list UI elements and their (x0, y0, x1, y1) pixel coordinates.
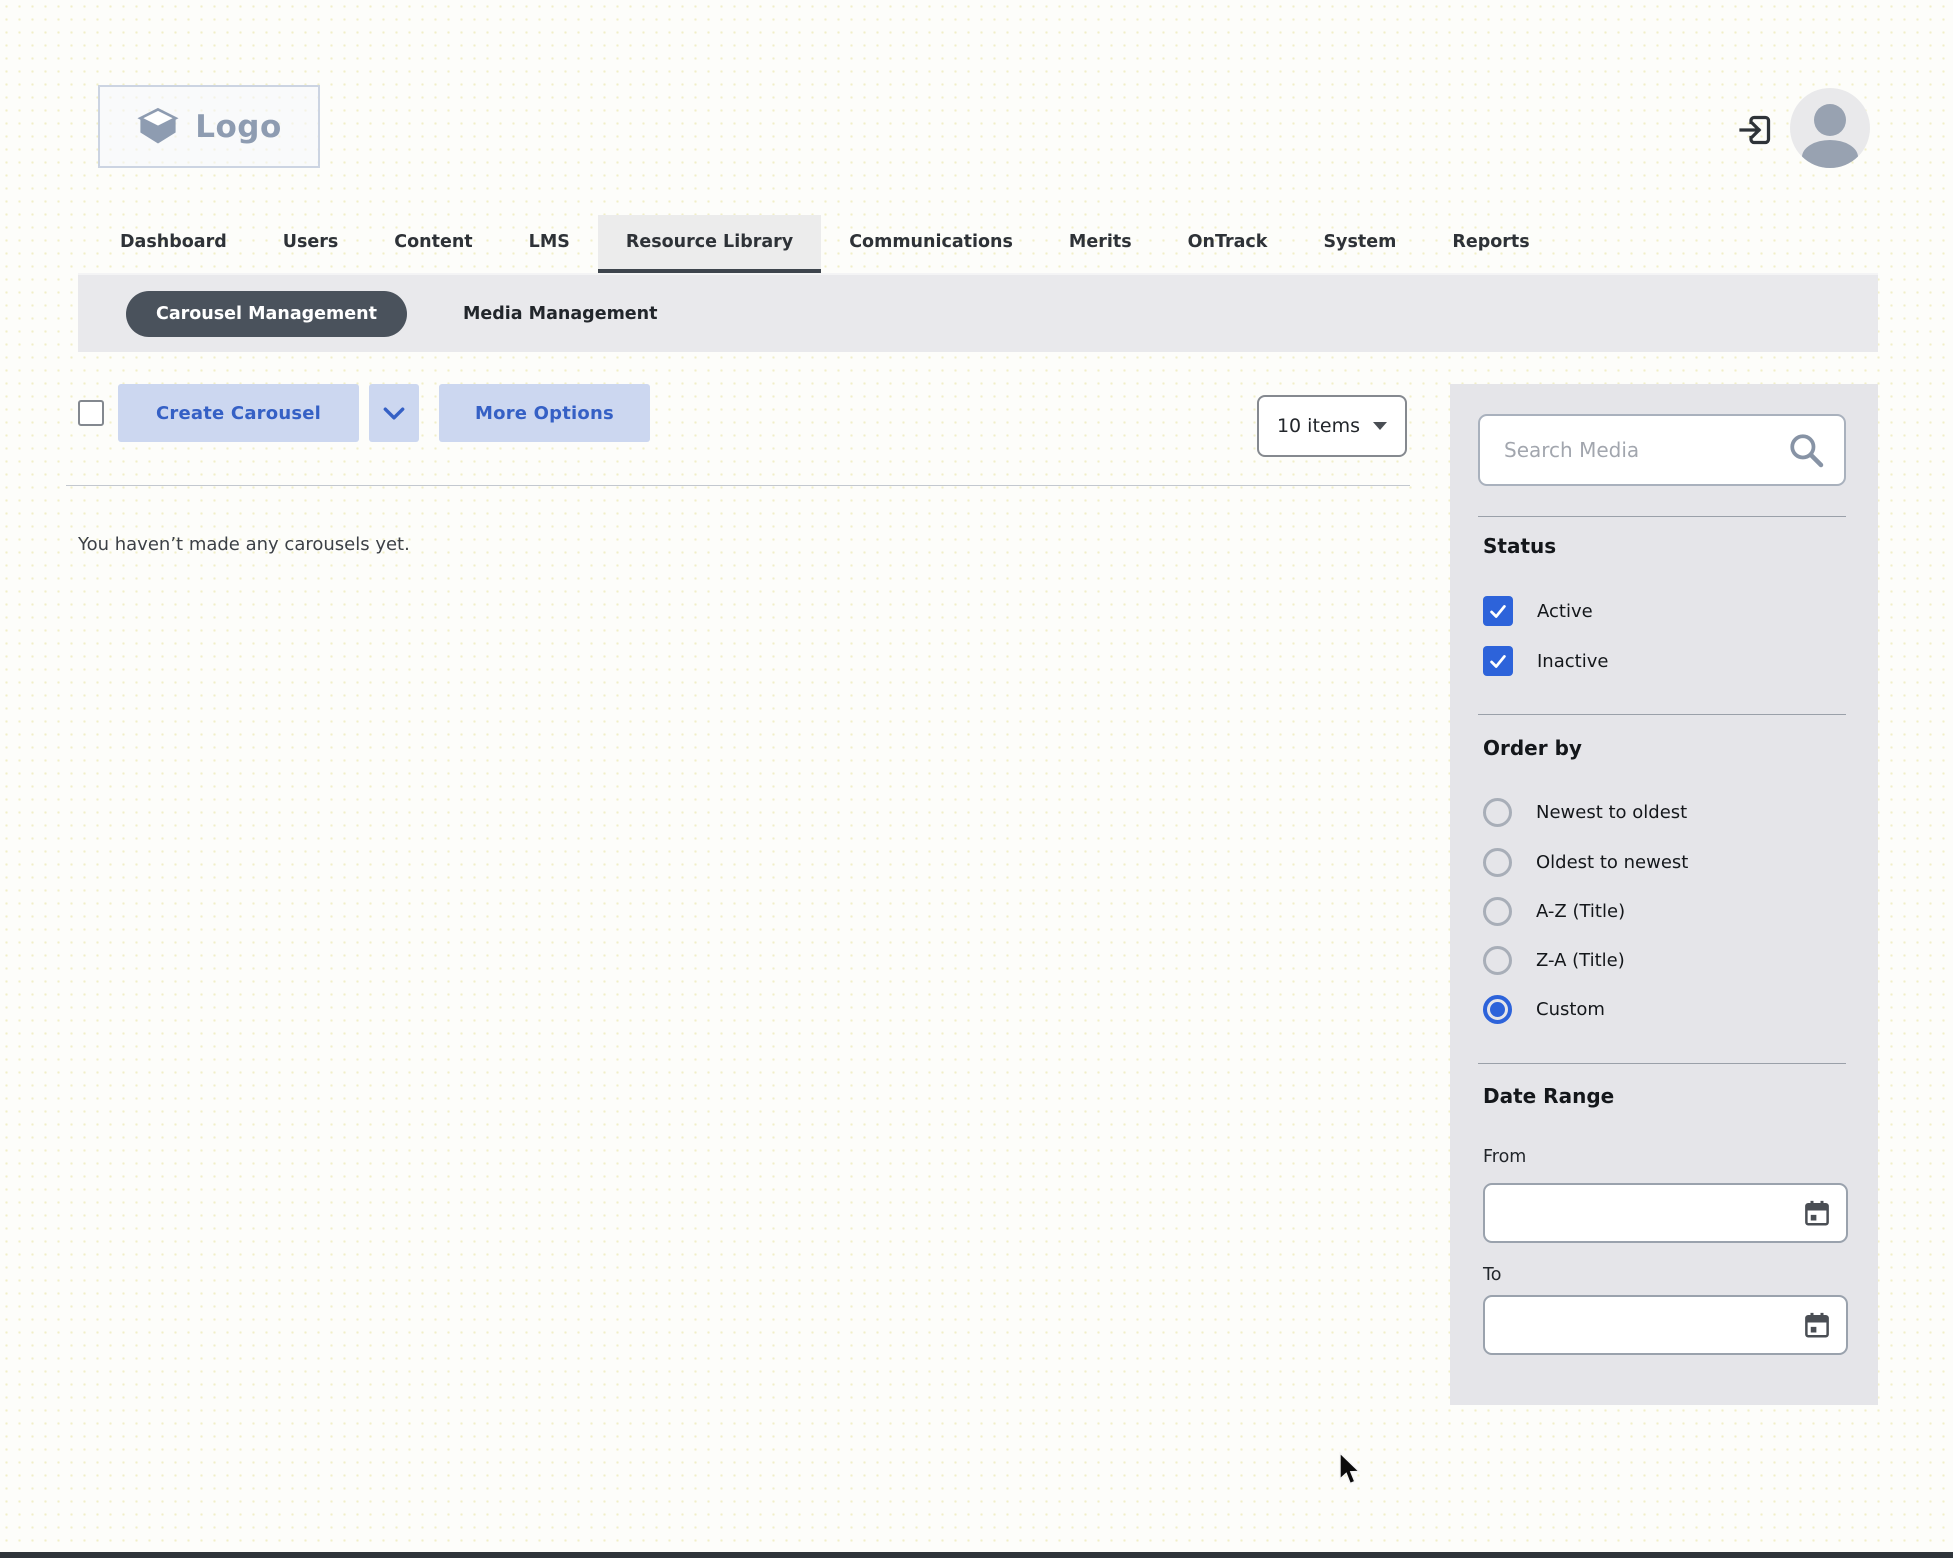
select-all-checkbox[interactable] (78, 400, 104, 426)
sidebar-divider (1478, 516, 1846, 517)
radio-icon[interactable] (1483, 946, 1512, 975)
empty-state-message: You haven’t made any carousels yet. (78, 534, 410, 555)
order-option-custom[interactable]: Custom (1483, 995, 1605, 1024)
checkbox-checked-icon[interactable] (1483, 596, 1513, 626)
date-from-field (1483, 1183, 1848, 1243)
radio-selected-icon[interactable] (1483, 995, 1512, 1024)
chevron-down-icon (383, 406, 405, 420)
subnav-item-carousel-management[interactable]: Carousel Management (126, 290, 407, 337)
avatar[interactable] (1790, 88, 1870, 168)
tab-resource-library[interactable]: Resource Library (597, 215, 822, 273)
items-per-page-label: 10 items (1276, 415, 1361, 437)
date-range-heading: Date Range (1483, 1084, 1615, 1108)
order-option-oldest-to-newest[interactable]: Oldest to newest (1483, 848, 1688, 877)
subnav: Carousel Management Media Management (78, 273, 1878, 352)
search-icon[interactable] (1786, 430, 1826, 470)
tab-ontrack[interactable]: OnTrack (1160, 215, 1296, 273)
mouse-cursor (1338, 1451, 1364, 1492)
radio-icon[interactable] (1483, 798, 1512, 827)
search-input[interactable] (1502, 437, 1776, 463)
radio-icon[interactable] (1483, 897, 1512, 926)
sidebar-divider (1478, 1063, 1846, 1064)
subnav-item-media-management[interactable]: Media Management (463, 304, 658, 324)
avatar-body (1802, 140, 1858, 168)
order-option-label: Custom (1536, 999, 1605, 1020)
content-divider (66, 485, 1410, 486)
order-by-heading: Order by (1483, 736, 1582, 760)
filter-sidebar: Status Active Inactive Order by Newest t… (1450, 384, 1878, 1405)
tab-users[interactable]: Users (255, 215, 367, 273)
order-option-label: Z-A (Title) (1536, 950, 1625, 971)
status-option-inactive[interactable]: Inactive (1483, 646, 1608, 676)
status-option-label: Inactive (1537, 650, 1609, 672)
create-carousel-dropdown-button[interactable] (369, 384, 420, 442)
caret-down-icon (1373, 422, 1388, 430)
calendar-icon[interactable] (1802, 1198, 1832, 1228)
order-option-label: Oldest to newest (1536, 852, 1689, 873)
date-to-field (1483, 1295, 1848, 1355)
date-to-label: To (1483, 1265, 1502, 1285)
date-from-input[interactable] (1499, 1201, 1794, 1225)
status-option-label: Active (1537, 600, 1593, 622)
tab-communications[interactable]: Communications (821, 215, 1041, 273)
tab-lms[interactable]: LMS (501, 215, 598, 273)
primary-nav: Dashboard Users Content LMS Resource Lib… (92, 215, 1558, 273)
toolbar: Create Carousel More Options (78, 384, 650, 442)
order-option-a-z-title[interactable]: A-Z (Title) (1483, 897, 1625, 926)
order-option-newest-to-oldest[interactable]: Newest to oldest (1483, 798, 1687, 827)
window-bottom-edge (0, 1552, 1953, 1558)
logo[interactable]: Logo (98, 85, 320, 168)
tab-merits[interactable]: Merits (1041, 215, 1160, 273)
avatar-head (1814, 104, 1846, 136)
search-box (1478, 414, 1846, 486)
sign-out-icon[interactable] (1736, 110, 1776, 150)
status-heading: Status (1483, 534, 1557, 558)
more-options-button[interactable]: More Options (439, 384, 650, 442)
tab-reports[interactable]: Reports (1424, 215, 1557, 273)
status-option-active[interactable]: Active (1483, 596, 1593, 626)
logo-cube-icon (136, 107, 180, 147)
tab-dashboard[interactable]: Dashboard (92, 215, 255, 273)
order-option-label: A-Z (Title) (1536, 901, 1626, 922)
items-per-page-dropdown[interactable]: 10 items (1257, 395, 1407, 457)
create-carousel-button[interactable]: Create Carousel (118, 384, 360, 442)
order-option-label: Newest to oldest (1536, 802, 1688, 823)
date-to-input[interactable] (1499, 1313, 1794, 1337)
checkbox-checked-icon[interactable] (1483, 646, 1513, 676)
radio-icon[interactable] (1483, 848, 1512, 877)
sidebar-divider (1478, 714, 1846, 715)
calendar-icon[interactable] (1802, 1310, 1832, 1340)
logo-label: Logo (195, 108, 282, 145)
order-option-z-a-title[interactable]: Z-A (Title) (1483, 946, 1625, 975)
tab-system[interactable]: System (1295, 215, 1424, 273)
tab-content[interactable]: Content (366, 215, 500, 273)
date-from-label: From (1483, 1147, 1527, 1167)
